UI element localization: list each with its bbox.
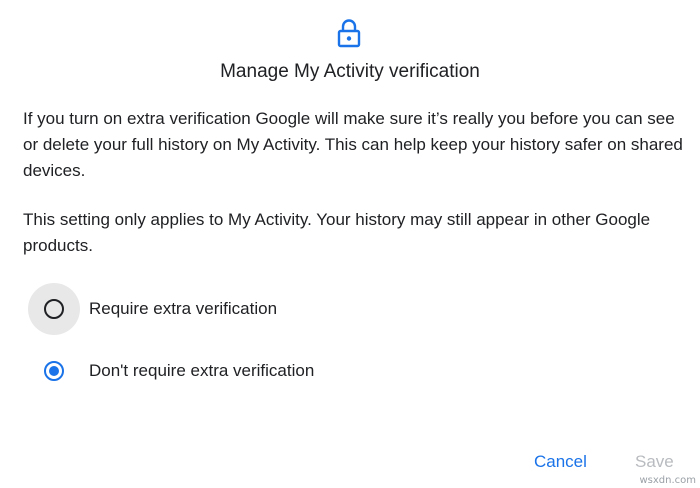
radio-wrap bbox=[28, 345, 80, 397]
option-label: Don't require extra verification bbox=[89, 361, 315, 380]
lock-icon bbox=[337, 19, 361, 48]
radio-focus-halo bbox=[28, 283, 80, 335]
scope-note-paragraph: This setting only applies to My Activity… bbox=[23, 210, 651, 255]
save-button[interactable]: Save bbox=[635, 450, 674, 474]
cancel-button[interactable]: Cancel bbox=[534, 450, 587, 474]
option-label: Require extra verification bbox=[89, 299, 278, 318]
watermark: wsxdn.com bbox=[639, 475, 696, 486]
verification-dialog: Manage My Activity verification If you t… bbox=[0, 0, 700, 488]
radio-button-unchecked[interactable] bbox=[44, 299, 64, 319]
radio-button-checked[interactable] bbox=[44, 361, 64, 381]
dialog-title: Manage My Activity verification bbox=[220, 61, 480, 82]
option-require-verification[interactable]: Require extra verification bbox=[28, 283, 278, 335]
description-paragraph: If you turn on extra verification Google… bbox=[23, 109, 683, 180]
option-dont-require-verification[interactable]: Don't require extra verification bbox=[28, 347, 314, 395]
